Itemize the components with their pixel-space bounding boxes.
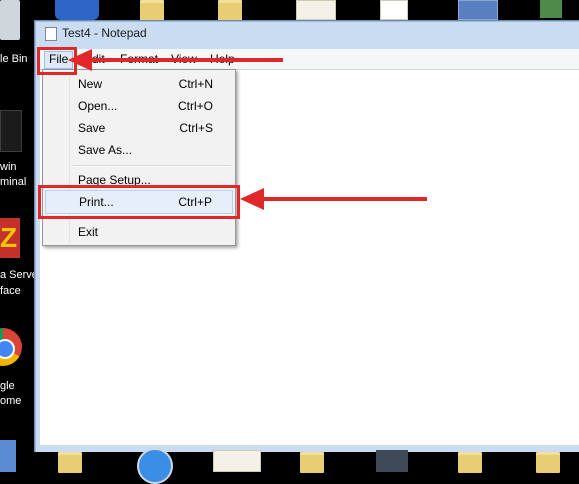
menu-item-open[interactable]: Open... Ctrl+O — [45, 95, 233, 117]
arrow-head-file — [68, 49, 92, 71]
app-icon-blue[interactable] — [55, 0, 99, 20]
menu-item-exit[interactable]: Exit — [45, 221, 233, 243]
app-icon-right[interactable] — [540, 0, 562, 18]
file-menu-dropdown: New Ctrl+N Open... Ctrl+O Save Ctrl+S Sa… — [42, 69, 236, 246]
window-app-icon[interactable] — [458, 0, 498, 20]
chrome-icon[interactable] — [0, 328, 22, 366]
arrow-line-file — [90, 58, 283, 62]
menu-separator — [73, 165, 231, 167]
menu-item-shortcut: Ctrl+S — [179, 121, 213, 135]
desktop-label-server-2: face — [0, 285, 21, 297]
menu-item-label: New — [78, 77, 103, 91]
notepad-icon — [45, 27, 57, 41]
desktop-label-recycle-bin: le Bin — [0, 53, 28, 65]
folder-icon[interactable] — [300, 452, 324, 473]
filezilla-server-icon[interactable]: Z — [0, 218, 20, 258]
document-icon[interactable] — [296, 0, 336, 20]
desktop-label-chrome-2: ome — [0, 395, 22, 407]
menu-item-label: Exit — [78, 225, 99, 239]
menu-item-shortcut: Ctrl+N — [178, 77, 213, 91]
menu-item-label: Save — [78, 121, 106, 135]
window-title: Test4 - Notepad — [62, 26, 147, 40]
document-icon[interactable] — [380, 0, 408, 20]
safari-icon[interactable] — [137, 448, 173, 484]
menu-item-label: Open... — [78, 99, 118, 113]
desktop-label-server-1: a Serve — [0, 269, 38, 281]
menu-item-save[interactable]: Save Ctrl+S — [45, 117, 233, 139]
arrow-head-print — [240, 188, 264, 210]
highlight-box-print — [38, 185, 240, 219]
folder-icon[interactable] — [536, 452, 560, 473]
desktop-label-terminal-1: win — [0, 161, 17, 173]
menu-item-new[interactable]: New Ctrl+N — [45, 73, 233, 95]
desktop-label-chrome-1: gle — [0, 380, 15, 392]
title-bar[interactable]: Test4 - Notepad — [35, 21, 579, 45]
folder-icon[interactable] — [58, 452, 82, 473]
menu-item-label: Save As... — [78, 143, 133, 157]
app-icon[interactable] — [376, 450, 408, 472]
desktop-label-terminal-2: minal — [0, 176, 27, 188]
recycle-bin-icon[interactable] — [0, 0, 20, 40]
terminal-icon[interactable] — [0, 110, 22, 152]
arrow-line-print — [262, 197, 427, 201]
document-icon[interactable] — [213, 450, 261, 472]
partial-icon-bottom-left — [0, 440, 16, 472]
menu-item-save-as[interactable]: Save As... — [45, 139, 233, 161]
menu-item-shortcut: Ctrl+O — [177, 99, 213, 113]
folder-icon[interactable] — [458, 452, 482, 473]
